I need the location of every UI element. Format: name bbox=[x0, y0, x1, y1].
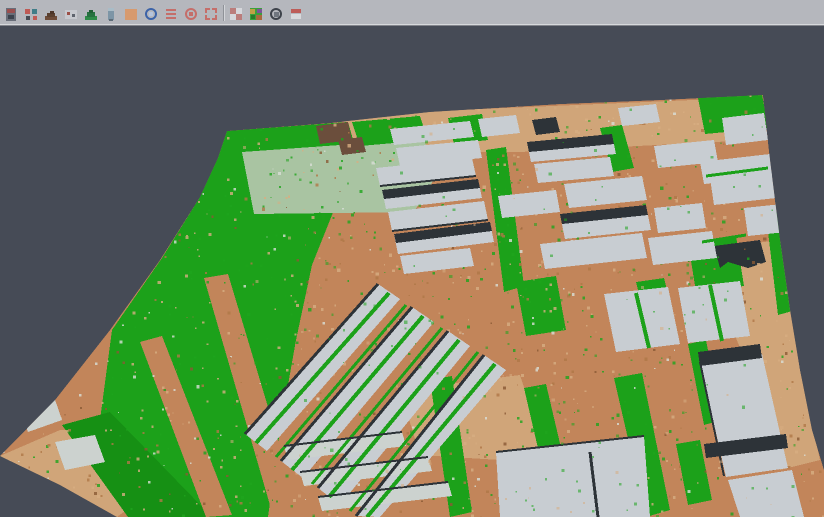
3d-viewport[interactable] bbox=[0, 27, 824, 517]
align-points-icon-glyph bbox=[23, 6, 39, 22]
crop-red-icon-glyph bbox=[203, 6, 219, 22]
layers-red-icon-glyph bbox=[163, 6, 179, 22]
points-gray-icon-glyph bbox=[63, 6, 79, 22]
sphere-dark-icon-glyph bbox=[268, 6, 284, 22]
ground-orange-icon-glyph bbox=[123, 6, 139, 22]
vegetation-green-icon[interactable] bbox=[82, 3, 100, 23]
sphere-dark-icon[interactable] bbox=[267, 3, 285, 23]
scene-svg[interactable] bbox=[0, 27, 824, 517]
classification-map-icon[interactable] bbox=[247, 3, 265, 23]
crop-red-icon[interactable] bbox=[202, 3, 220, 23]
folder-tool-icon-glyph bbox=[3, 6, 19, 22]
point-cloud-model bbox=[0, 94, 824, 517]
grid-checker-icon-glyph bbox=[228, 6, 244, 22]
points-gray-icon[interactable] bbox=[62, 3, 80, 23]
classification-map-icon-glyph bbox=[248, 6, 264, 22]
table-red-icon[interactable] bbox=[287, 3, 305, 23]
folder-tool-icon[interactable] bbox=[2, 3, 20, 23]
table-red-icon-glyph bbox=[288, 6, 304, 22]
toolbar bbox=[0, 0, 824, 26]
circle-blue-icon-glyph bbox=[143, 6, 159, 22]
wheel-red-icon[interactable] bbox=[182, 3, 200, 23]
grid-checker-icon[interactable] bbox=[227, 3, 245, 23]
circle-blue-icon[interactable] bbox=[142, 3, 160, 23]
terrain-brown-icon[interactable] bbox=[42, 3, 60, 23]
ground-orange-icon[interactable] bbox=[122, 3, 140, 23]
toolbar-icons bbox=[2, 3, 307, 23]
column-blue-icon[interactable] bbox=[102, 3, 120, 23]
terrain-brown-icon-glyph bbox=[43, 6, 59, 22]
layers-red-icon[interactable] bbox=[162, 3, 180, 23]
toolbar-separator bbox=[223, 5, 224, 21]
wheel-red-icon-glyph bbox=[183, 6, 199, 22]
align-points-icon[interactable] bbox=[22, 3, 40, 23]
column-blue-icon-glyph bbox=[103, 6, 119, 22]
vegetation-green-icon-glyph bbox=[83, 6, 99, 22]
